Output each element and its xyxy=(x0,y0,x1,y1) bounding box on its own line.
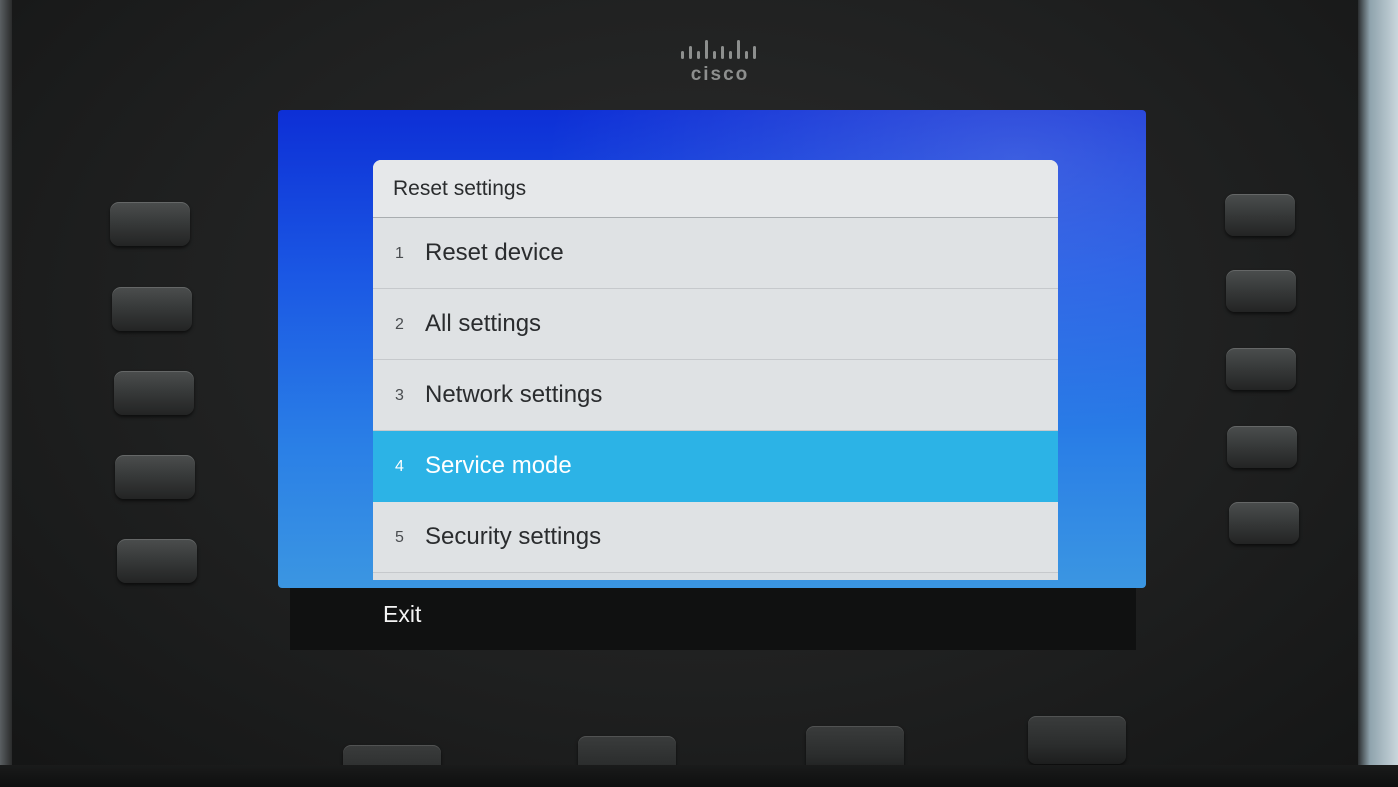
menu-item-service-mode[interactable]: 4 Service mode xyxy=(373,431,1058,502)
line-key-left-4[interactable] xyxy=(115,455,195,499)
line-key-left-5[interactable] xyxy=(117,539,197,583)
line-key-right-4[interactable] xyxy=(1227,426,1297,468)
softkey-button-4[interactable] xyxy=(1028,716,1126,764)
menu-item-reset-device[interactable]: 1 Reset device xyxy=(373,218,1058,289)
brand-wordmark: cisco xyxy=(690,64,750,85)
menu-item-label: Reset device xyxy=(425,239,564,266)
line-key-right-3[interactable] xyxy=(1226,348,1296,390)
menu-item-number: 1 xyxy=(395,245,404,262)
wall-background xyxy=(1358,0,1398,787)
menu-item-security-settings[interactable]: 5 Security settings xyxy=(373,502,1058,573)
desk-edge xyxy=(0,765,1398,787)
menu-item-number: 5 xyxy=(395,529,404,546)
menu-item-label: Service mode xyxy=(425,452,572,479)
softkey-bar: Exit xyxy=(290,588,1136,650)
menu-item-label: Security settings xyxy=(425,523,602,550)
menu-item-label: All settings xyxy=(425,310,542,337)
line-key-right-1[interactable] xyxy=(1225,194,1295,236)
dialog-title: Reset settings xyxy=(393,177,527,200)
line-key-right-2[interactable] xyxy=(1226,270,1296,312)
menu-item-number: 3 xyxy=(395,387,404,404)
line-key-right-5[interactable] xyxy=(1229,502,1299,544)
menu-item-number: 2 xyxy=(395,316,404,333)
menu-item-label: Network settings xyxy=(425,381,603,408)
exit-softkey-label[interactable]: Exit xyxy=(383,600,421,628)
ip-phone: cisco Reset settings 1 Reset device 2 Al… xyxy=(0,0,1398,787)
reset-settings-dialog: Reset settings 1 Reset device 2 All sett… xyxy=(373,160,1058,580)
menu-item-all-settings[interactable]: 2 All settings xyxy=(373,289,1058,360)
cisco-logo: cisco xyxy=(670,38,770,90)
dialog-header: Reset settings xyxy=(373,160,1058,218)
cisco-bars-icon xyxy=(681,40,756,59)
menu-item-network-settings[interactable]: 3 Network settings xyxy=(373,360,1058,431)
line-key-left-2[interactable] xyxy=(112,287,192,331)
bezel-edge xyxy=(0,0,12,787)
line-key-left-1[interactable] xyxy=(110,202,190,246)
menu-item-number: 4 xyxy=(395,458,404,475)
line-key-left-3[interactable] xyxy=(114,371,194,415)
phone-screen: Reset settings 1 Reset device 2 All sett… xyxy=(278,110,1146,588)
